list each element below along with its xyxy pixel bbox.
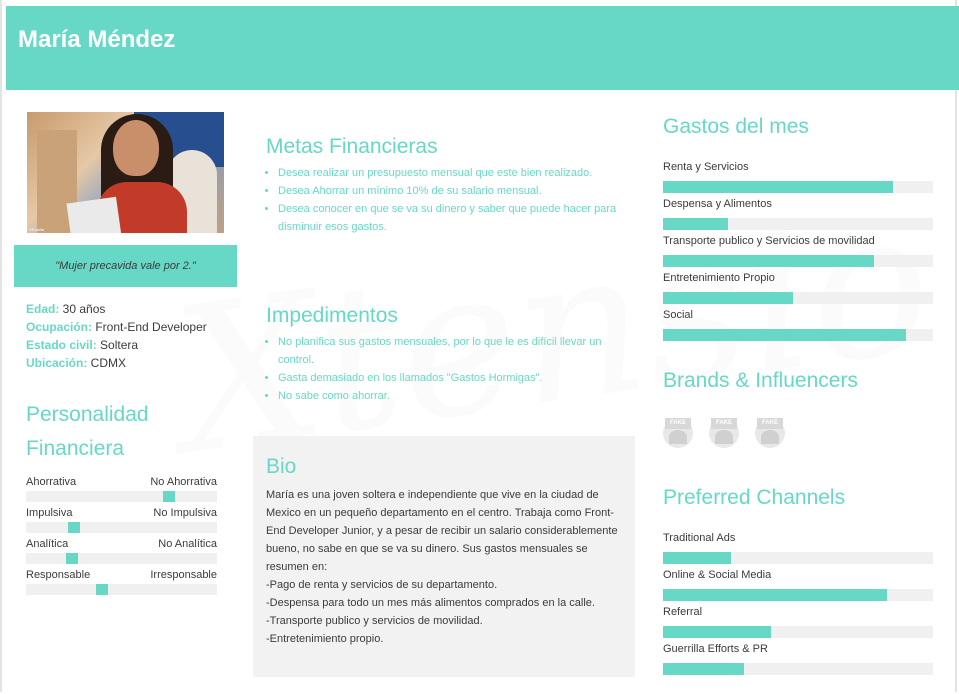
bar-fill xyxy=(663,626,771,638)
bar-fill xyxy=(663,589,888,601)
gastos-bar-renta: Renta y Servicios xyxy=(663,161,933,193)
gastos-bar-social: Social xyxy=(663,309,933,341)
gastos-bar-despensa: Despensa y Alimentos xyxy=(663,198,933,230)
bar-fill xyxy=(663,181,893,193)
brands-title: Brands & Influencers xyxy=(663,369,858,392)
bar-fill xyxy=(663,552,731,564)
slider-knob xyxy=(65,553,78,564)
list-item: No sabe como ahorrar. xyxy=(278,387,618,405)
bar-fill xyxy=(663,292,793,304)
list-item: No planifica sus gastos mensuales, por l… xyxy=(278,333,618,369)
slider-ahorrativa: Ahorrativa No Ahorrativa xyxy=(26,476,217,502)
slider-knob xyxy=(163,491,176,502)
metas-title: Metas Financieras xyxy=(266,135,438,158)
bar-fill xyxy=(663,218,728,230)
list-item: Desea realizar un presupuesto mensual qu… xyxy=(278,164,618,182)
fake-brand-logo-icon: FAKE xyxy=(755,418,785,448)
persona-quote: "Mujer precavida vale por 2." xyxy=(14,245,237,287)
slider-analitica: Analítica No Analítica xyxy=(26,538,217,564)
persona-facts: Edad: 30 años Ocupación: Front-End Devel… xyxy=(26,300,207,372)
channel-bar-referral: Referral xyxy=(663,606,933,638)
brand-logos: FAKE FAKE FAKE xyxy=(663,418,785,448)
gastos-bar-entretenimiento: Entretenimiento Propio xyxy=(663,272,933,304)
fact-location: Ubicación: CDMX xyxy=(26,356,127,370)
gastos-title: Gastos del mes xyxy=(663,115,809,138)
persona-photo: ©Fotolia xyxy=(27,112,224,233)
bio-text: María es una joven soltera e independien… xyxy=(266,489,618,645)
list-item: Desea conocer en que se va su dinero y s… xyxy=(278,200,618,236)
metas-list: Desea realizar un presupuesto mensual qu… xyxy=(266,164,618,236)
impedimentos-list: No planifica sus gastos mensuales, por l… xyxy=(266,333,618,405)
persona-name: María Méndez xyxy=(18,26,176,53)
gastos-bar-transporte: Transporte publico y Servicios de movili… xyxy=(663,235,933,267)
fact-occupation: Ocupación: Front-End Developer xyxy=(26,320,207,334)
slider-knob xyxy=(96,584,109,595)
fact-civil-status: Estado civil: Soltera xyxy=(26,338,139,352)
bio-panel: Bio María es una joven soltera e indepen… xyxy=(253,436,635,677)
fake-brand-logo-icon: FAKE xyxy=(709,418,739,448)
header-banner: María Méndez xyxy=(6,6,959,90)
impedimentos-title: Impedimentos xyxy=(266,304,398,327)
slider-impulsiva: Impulsiva No Impulsiva xyxy=(26,507,217,533)
metas-section: Metas Financieras Desea realizar un pres… xyxy=(266,135,618,236)
slider-responsable: Responsable Irresponsable xyxy=(26,569,217,595)
bar-fill xyxy=(663,329,906,341)
fact-age: Edad: 30 años xyxy=(26,302,106,316)
channels-title: Preferred Channels xyxy=(663,486,846,509)
bar-fill xyxy=(663,255,874,267)
slider-knob xyxy=(67,522,80,533)
impedimentos-section: Impedimentos No planifica sus gastos men… xyxy=(266,304,618,405)
channel-bar-guerrilla: Guerrilla Efforts & PR xyxy=(663,643,933,675)
channel-bar-traditional: Traditional Ads xyxy=(663,532,933,564)
channel-bar-online: Online & Social Media xyxy=(663,569,933,601)
photo-credit: ©Fotolia xyxy=(29,227,44,232)
bar-fill xyxy=(663,663,744,675)
bio-title: Bio xyxy=(266,455,297,478)
list-item: Desea Ahorrar un mínimo 10% de su salari… xyxy=(278,182,618,200)
fake-brand-logo-icon: FAKE xyxy=(663,418,693,448)
list-item: Gasta demasiado en los llamados "Gastos … xyxy=(278,369,618,387)
personalidad-title: Personalidad Financiera xyxy=(26,403,149,460)
